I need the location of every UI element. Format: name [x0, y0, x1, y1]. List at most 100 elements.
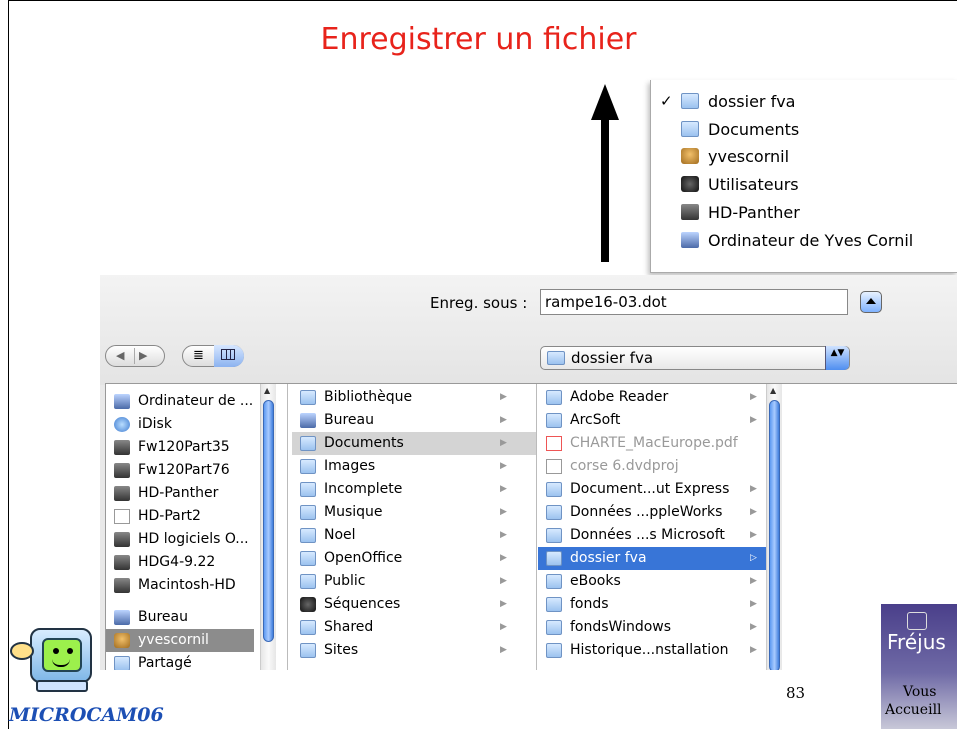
dvd-project-file-icon	[546, 459, 562, 474]
list-item-label: Documents	[324, 435, 404, 451]
menu-item-dossier-fva[interactable]: ✓ dossier fva	[651, 89, 957, 114]
menu-item-label: dossier fva	[708, 92, 796, 111]
sidebar-item-label: Ordinateur de ...	[138, 393, 254, 409]
scroll-up-icon[interactable]: ▲	[264, 386, 270, 395]
sidebar-item-yvescornil[interactable]: yvescornil	[106, 629, 254, 652]
hard-drive-icon	[114, 486, 130, 501]
home-user-icon	[681, 148, 699, 164]
frejus-logo-line2: Accueill	[885, 702, 942, 718]
list-item[interactable]: Document...ut Express ▶	[538, 478, 766, 501]
computer-icon	[681, 232, 699, 248]
folder-icon	[546, 390, 562, 405]
list-item[interactable]: Incomplete ▶	[292, 478, 537, 501]
scroll-thumb[interactable]	[769, 400, 780, 670]
disclosure-arrow-icon: ▶	[750, 599, 757, 609]
disclosure-arrow-icon: ▶	[500, 392, 507, 402]
frejus-logo: Fréjus Vous Accueill	[881, 604, 957, 729]
expand-dialog-button[interactable]	[860, 291, 882, 313]
list-item[interactable]: Historique...nstallation ▶	[538, 639, 766, 662]
list-item[interactable]: Sites ▶	[292, 639, 537, 662]
menu-item-label: Ordinateur de Yves Cornil	[708, 231, 914, 250]
menu-item-label: Utilisateurs	[708, 175, 799, 194]
list-item: CHARTE_MacEurope.pdf	[538, 432, 766, 455]
slide-title: Enregistrer un fichier	[320, 22, 637, 57]
list-item[interactable]: Musique ▶	[292, 501, 537, 524]
list-item[interactable]: Bureau ▶	[292, 409, 537, 432]
list-item-selected[interactable]: dossier fva ▷	[538, 547, 766, 570]
list-item[interactable]: OpenOffice ▶	[292, 547, 537, 570]
drive-icon	[114, 555, 130, 570]
sidebar-item-partage[interactable]: Partagé	[106, 652, 254, 670]
menu-item-utilisateurs[interactable]: Utilisateurs	[651, 172, 957, 197]
list-item-label: Shared	[324, 619, 374, 635]
folder-icon	[546, 413, 562, 428]
list-item[interactable]: Images ▶	[292, 455, 537, 478]
list-item-label: eBooks	[570, 573, 621, 589]
frejus-logo-name: Fréjus	[887, 630, 946, 654]
pdf-file-icon	[546, 436, 562, 451]
folder-icon	[546, 574, 562, 589]
list-item[interactable]: Noel ▶	[292, 524, 537, 547]
list-item-label: Sites	[324, 642, 359, 658]
sidebar-item-label: yvescornil	[138, 632, 209, 648]
sidebar: Ordinateur de ... iDisk Fw120Part35 Fw12…	[106, 384, 266, 670]
list-item[interactable]: ArcSoft ▶	[538, 409, 766, 432]
list-item[interactable]: Shared ▶	[292, 616, 537, 639]
back-arrow-icon[interactable]: ◀	[116, 346, 124, 366]
list-item[interactable]: Données ...s Microsoft ▶	[538, 524, 766, 547]
list-item-label: Bibliothèque	[324, 389, 413, 405]
sidebar-item-hd-logiciels[interactable]: HD logiciels O...	[106, 528, 254, 551]
sidebar-item-label: Macintosh-HD	[138, 577, 236, 593]
sidebar-item-hd-panther[interactable]: HD-Panther	[106, 482, 254, 505]
column-scrollbar[interactable]: ▲	[766, 384, 782, 670]
disclosure-arrow-icon: ▶	[500, 507, 507, 517]
column-view-button[interactable]	[214, 345, 244, 367]
list-item-label: Données ...s Microsoft	[570, 527, 725, 543]
sidebar-item-fw120part76[interactable]: Fw120Part76	[106, 459, 254, 482]
sidebar-item-hd-part2[interactable]: HD-Part2	[106, 505, 254, 528]
sidebar-scrollbar[interactable]: ▲	[260, 384, 276, 670]
eye	[53, 648, 59, 654]
removable-drive-icon	[114, 509, 130, 524]
list-item[interactable]: Séquences ▶	[292, 593, 537, 616]
list-item[interactable]: Public ▶	[292, 570, 537, 593]
menu-item-hd-panther[interactable]: HD-Panther	[651, 200, 957, 225]
desktop-folder-icon	[300, 413, 316, 428]
disclosure-arrow-icon: ▶	[500, 645, 507, 655]
sidebar-item-hdg4[interactable]: HDG4-9.22	[106, 551, 254, 574]
list-item-label: Document...ut Express	[570, 481, 730, 497]
scroll-up-icon[interactable]: ▲	[770, 386, 776, 395]
list-item[interactable]: Données ...ppleWorks ▶	[538, 501, 766, 524]
disclosure-arrow-icon: ▶	[750, 484, 757, 494]
menu-item-label: yvescornil	[708, 147, 790, 166]
mouth	[52, 659, 70, 667]
sidebar-item-macintosh-hd[interactable]: Macintosh-HD	[106, 574, 254, 597]
menu-item-ordinateur[interactable]: Ordinateur de Yves Cornil	[651, 228, 957, 253]
sidebar-item-idisk[interactable]: iDisk	[106, 413, 254, 436]
scroll-thumb[interactable]	[263, 400, 274, 642]
menu-item-yvescornil[interactable]: yvescornil	[651, 144, 957, 169]
sidebar-item-fw120part35[interactable]: Fw120Part35	[106, 436, 254, 459]
menu-item-documents[interactable]: Documents	[651, 117, 957, 142]
computer-icon	[114, 394, 130, 409]
folder-icon	[546, 597, 562, 612]
sidebar-item-ordinateur[interactable]: Ordinateur de ...	[106, 390, 254, 413]
list-item-label: Historique...nstallation	[570, 642, 729, 658]
users-folder-icon	[681, 176, 699, 192]
forward-arrow-icon[interactable]: ▶	[139, 346, 147, 366]
list-item[interactable]: eBooks ▶	[538, 570, 766, 593]
save-as-field[interactable]: rampe16-03.dot	[540, 289, 848, 315]
sidebar-item-bureau[interactable]: Bureau	[106, 606, 254, 629]
list-item-label: Musique	[324, 504, 383, 520]
folder-icon	[547, 351, 565, 365]
list-item[interactable]: fondsWindows ▶	[538, 616, 766, 639]
list-item[interactable]: Bibliothèque ▶	[292, 386, 537, 409]
folder-icon	[546, 528, 562, 543]
column-documents: Adobe Reader ▶ ArcSoft ▶ CHARTE_MacEurope.…	[538, 384, 766, 670]
list-view-icon[interactable]: ≣	[193, 346, 204, 366]
list-item[interactable]: Adobe Reader ▶	[538, 386, 766, 409]
list-item[interactable]: fonds ▶	[538, 593, 766, 616]
list-item[interactable]: Documents ▶	[292, 432, 537, 455]
triangle-up-icon	[866, 298, 876, 304]
location-popup-button[interactable]: dossier fva ▲▼	[540, 346, 850, 370]
